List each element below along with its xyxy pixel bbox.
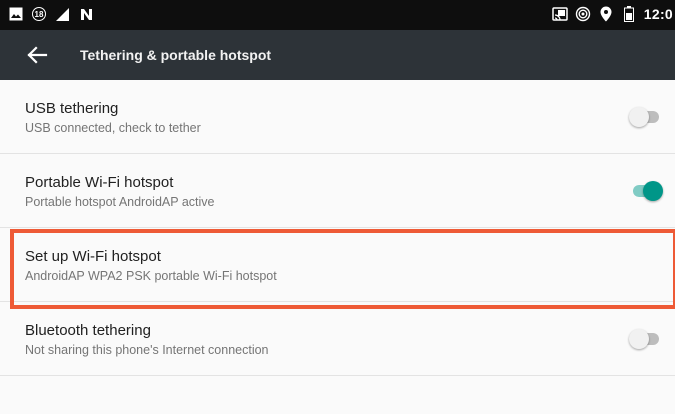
setting-row-usb-tethering[interactable]: USB tethering USB connected, check to te… bbox=[0, 80, 675, 154]
setting-row-setup-wifi-hotspot[interactable]: Set up Wi-Fi hotspot AndroidAP WPA2 PSK … bbox=[0, 228, 675, 302]
status-bar: 18 12:0 bbox=[0, 0, 675, 30]
status-bar-time: 12:0 bbox=[643, 6, 673, 22]
setting-title: Portable Wi-Fi hotspot bbox=[25, 174, 174, 191]
setting-title: Bluetooth tethering bbox=[25, 322, 151, 339]
setting-subtitle: Portable hotspot AndroidAP active bbox=[25, 195, 215, 209]
arrow-left-icon[interactable] bbox=[26, 44, 50, 66]
usb-tethering-switch[interactable] bbox=[629, 107, 665, 127]
page-title: Tethering & portable hotspot bbox=[80, 47, 272, 63]
setting-title: USB tethering bbox=[25, 100, 119, 117]
hotspot-icon bbox=[575, 6, 591, 22]
status-bar-left: 18 bbox=[8, 6, 94, 22]
setting-title: Set up Wi-Fi hotspot bbox=[25, 248, 161, 265]
setting-row-portable-wifi-hotspot[interactable]: Portable Wi-Fi hotspot Portable hotspot … bbox=[0, 154, 675, 228]
notification-count-icon: 18 bbox=[32, 7, 46, 21]
setting-subtitle: Not sharing this phone's Internet connec… bbox=[25, 343, 269, 357]
signal-icon bbox=[54, 6, 70, 22]
settings-list: USB tethering USB connected, check to te… bbox=[0, 80, 675, 376]
bluetooth-tethering-switch[interactable] bbox=[629, 329, 665, 349]
nfc-icon bbox=[78, 6, 94, 22]
app-bar: Tethering & portable hotspot bbox=[0, 30, 675, 80]
switch-thumb bbox=[629, 107, 649, 127]
battery-icon bbox=[621, 6, 637, 22]
image-icon bbox=[8, 6, 24, 22]
switch-thumb bbox=[643, 181, 663, 201]
location-icon bbox=[598, 6, 614, 22]
cast-icon bbox=[552, 6, 568, 22]
setting-subtitle: USB connected, check to tether bbox=[25, 121, 201, 135]
setting-subtitle: AndroidAP WPA2 PSK portable Wi-Fi hotspo… bbox=[25, 269, 277, 283]
portable-wifi-hotspot-switch[interactable] bbox=[629, 181, 665, 201]
switch-thumb bbox=[629, 329, 649, 349]
status-bar-right: 12:0 bbox=[552, 6, 673, 22]
setting-row-bluetooth-tethering[interactable]: Bluetooth tethering Not sharing this pho… bbox=[0, 302, 675, 376]
